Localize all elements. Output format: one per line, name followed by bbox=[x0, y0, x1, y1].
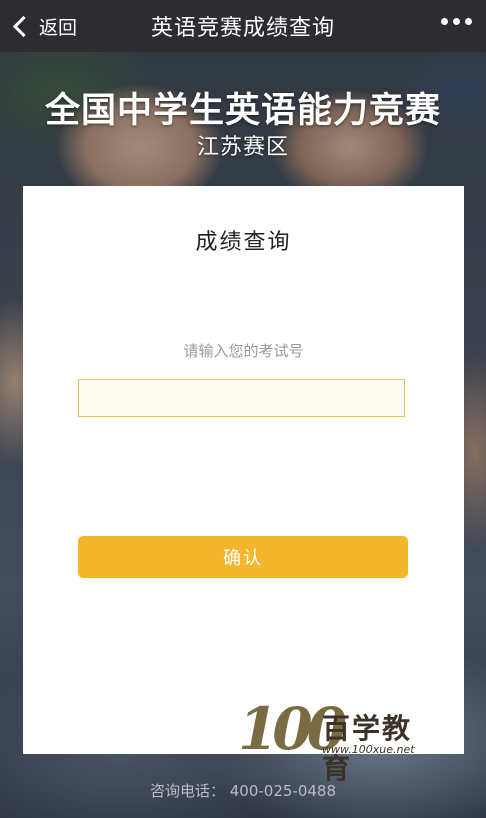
more-dot-icon bbox=[465, 18, 472, 25]
more-dot-icon bbox=[453, 18, 460, 25]
card-title: 成绩查询 bbox=[195, 230, 292, 255]
top-nav-bar: 返回 英语竞赛成绩查询 bbox=[0, 0, 486, 52]
query-card: 成绩查询 请输入您的考试号 确认 bbox=[23, 186, 464, 754]
more-options-button[interactable] bbox=[441, 18, 472, 25]
brand-logo: 100 百学教育 www.100xue.net bbox=[238, 697, 418, 785]
confirm-button[interactable]: 确认 bbox=[78, 536, 408, 578]
exam-number-input[interactable] bbox=[78, 379, 405, 417]
exam-number-prompt: 请输入您的考试号 bbox=[183, 342, 304, 360]
nav-title: 英语竞赛成绩查询 bbox=[150, 16, 335, 41]
page-title: 全国中学生英语能力竞赛 bbox=[44, 91, 441, 131]
page-subtitle: 江苏赛区 bbox=[196, 135, 289, 160]
logo-url: www.100xue.net bbox=[322, 743, 415, 756]
more-dot-icon bbox=[441, 18, 448, 25]
